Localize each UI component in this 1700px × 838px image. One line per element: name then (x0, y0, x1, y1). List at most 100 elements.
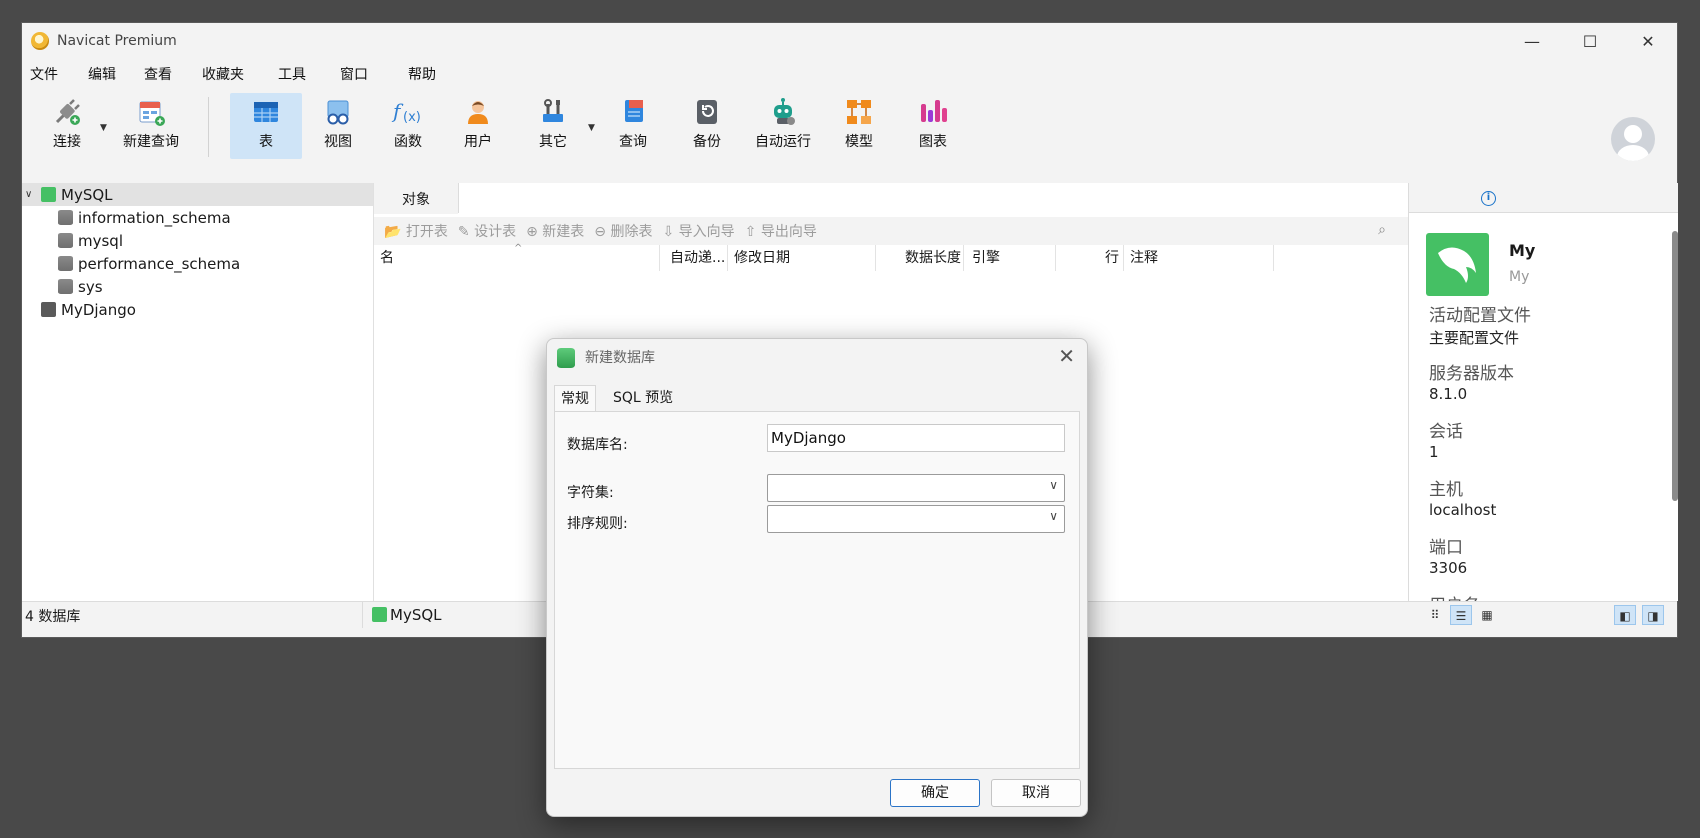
new-table-button[interactable]: ⊕ 新建表 (526, 221, 584, 241)
plug-icon (50, 95, 84, 129)
menu-edit[interactable]: 编辑 (80, 64, 124, 84)
backup-button[interactable]: 备份 (676, 93, 738, 159)
tools-icon (536, 95, 570, 129)
info-connection-type: My (1509, 269, 1530, 285)
user-button[interactable]: 用户 (447, 93, 509, 159)
import-wizard-button[interactable]: ⇩ 导入向导 (662, 221, 734, 241)
menu-tools[interactable]: 工具 (270, 64, 314, 84)
grid-view-icon[interactable]: ⠿ (1424, 605, 1446, 625)
list-view-icon[interactable]: ☰ (1450, 605, 1472, 625)
column-header-rows[interactable]: 行 (1058, 245, 1124, 271)
column-header-comment[interactable]: 注释 (1126, 245, 1274, 271)
column-header-engine[interactable]: 引擎 (968, 245, 1056, 271)
database-item[interactable]: sys (22, 275, 373, 298)
model-icon (842, 95, 876, 129)
menu-favorites[interactable]: 收藏夹 (194, 64, 252, 84)
database-item[interactable]: performance_schema (22, 252, 373, 275)
new-query-button[interactable]: 新建查询 (112, 93, 190, 159)
database-icon (58, 279, 73, 294)
tab-general[interactable]: 常规 (554, 385, 596, 412)
toggle-left-pane-icon[interactable]: ◧ (1614, 605, 1636, 625)
menu-help[interactable]: 帮助 (400, 64, 444, 84)
detail-view-icon[interactable]: ▦ (1476, 605, 1498, 625)
chart-icon (916, 95, 950, 129)
charset-select[interactable]: ∨ (767, 474, 1065, 502)
maximize-button[interactable]: ☐ (1561, 23, 1619, 59)
backup-icon (690, 95, 724, 129)
connection-disconnected-icon (41, 302, 56, 317)
database-green-icon (557, 348, 575, 368)
chart-button[interactable]: 图表 (902, 93, 964, 159)
info-label-sessions: 会话 (1429, 422, 1463, 442)
auto-run-button[interactable]: 自动运行 (744, 93, 822, 159)
info-value-server-version: 8.1.0 (1429, 385, 1468, 403)
connect-button[interactable]: 连接 (38, 93, 96, 159)
chevron-down-icon[interactable]: ∨ (25, 189, 32, 200)
search-icon[interactable]: ⌕ (1378, 222, 1386, 238)
db-name-input[interactable]: MyDjango (767, 424, 1065, 452)
table-button[interactable]: 表 (230, 93, 302, 159)
toolbar-separator (208, 97, 209, 157)
other-dropdown-caret-icon[interactable]: ▼ (588, 123, 595, 133)
other-button[interactable]: 其它 (522, 93, 584, 159)
info-scrollbar[interactable] (1672, 231, 1678, 501)
minimize-button[interactable]: — (1503, 23, 1561, 59)
mysql-connection-icon (41, 187, 56, 202)
delete-table-button[interactable]: ⊖ 删除表 (594, 221, 652, 241)
info-value-host: localhost (1429, 501, 1497, 519)
toggle-right-pane-icon[interactable]: ◨ (1642, 605, 1664, 625)
column-header-auto-increment[interactable]: 自动递... (666, 245, 728, 271)
status-connection-name: MySQL (390, 606, 442, 624)
ok-button[interactable]: 确定 (890, 779, 980, 807)
info-value-sessions: 1 (1429, 443, 1439, 461)
menu-window[interactable]: 窗口 (332, 64, 376, 84)
info-icon[interactable]: i (1481, 191, 1496, 206)
menu-view[interactable]: 查看 (136, 64, 180, 84)
new-database-dialog: 新建数据库 ✕ 常规 SQL 预览 数据库名: MyDjango 字符集: ∨ … (546, 338, 1088, 817)
object-tabstrip: 对象 (374, 183, 1408, 214)
menu-bar: 文件 编辑 查看 收藏夹 工具 窗口 帮助 (22, 61, 444, 87)
window-title: Navicat Premium (57, 33, 177, 49)
info-label-server-version: 服务器版本 (1429, 364, 1514, 384)
tab-sql-preview[interactable]: SQL 预览 (607, 385, 679, 412)
database-icon (58, 210, 73, 225)
column-header-modified-date[interactable]: 修改日期 (730, 245, 876, 271)
function-button[interactable]: f (x) 函数 (377, 93, 439, 159)
open-table-button[interactable]: 📂 打开表 (384, 221, 448, 241)
query-button[interactable]: 查询 (602, 93, 664, 159)
chevron-down-icon: ∨ (1049, 478, 1058, 492)
column-header-data-length[interactable]: 数据长度 (878, 245, 964, 271)
info-label-host: 主机 (1429, 480, 1463, 500)
database-icon (58, 256, 73, 271)
dialog-body: 数据库名: MyDjango 字符集: ∨ 排序规则: ∨ (554, 411, 1080, 769)
close-icon[interactable]: ✕ (1058, 344, 1075, 368)
connection-mydjango[interactable]: MyDjango (22, 298, 373, 321)
connection-mysql[interactable]: ∨ MySQL (22, 183, 373, 206)
user-avatar[interactable] (1611, 117, 1655, 161)
cancel-button[interactable]: 取消 (991, 779, 1081, 807)
view-icon (321, 95, 355, 129)
title-bar: Navicat Premium — ☐ ✕ (22, 23, 1677, 59)
chevron-down-icon: ∨ (1049, 509, 1058, 523)
dialog-title: 新建数据库 (585, 350, 655, 366)
connect-dropdown-caret-icon[interactable]: ▼ (100, 123, 107, 133)
sort-ascending-icon: ^ (514, 243, 523, 254)
view-button[interactable]: 视图 (307, 93, 369, 159)
info-label-profile: 活动配置文件 (1429, 306, 1531, 326)
function-icon: f (x) (391, 95, 425, 129)
database-item[interactable]: information_schema (22, 206, 373, 229)
menu-file[interactable]: 文件 (22, 64, 66, 84)
charset-label: 字符集: (567, 485, 614, 501)
table-icon (249, 95, 283, 129)
info-value-port: 3306 (1429, 559, 1468, 577)
export-wizard-button[interactable]: ⇧ 导出向导 (745, 221, 817, 241)
info-label-port: 端口 (1429, 538, 1463, 558)
database-item[interactable]: mysql (22, 229, 373, 252)
collation-select[interactable]: ∨ (767, 505, 1065, 533)
design-table-button[interactable]: ✎ 设计表 (458, 221, 516, 241)
tab-objects[interactable]: 对象 (374, 183, 458, 214)
close-button[interactable]: ✕ (1619, 23, 1677, 59)
model-button[interactable]: 模型 (828, 93, 890, 159)
navicat-app-icon (31, 32, 49, 50)
mysql-connection-icon (372, 607, 387, 622)
